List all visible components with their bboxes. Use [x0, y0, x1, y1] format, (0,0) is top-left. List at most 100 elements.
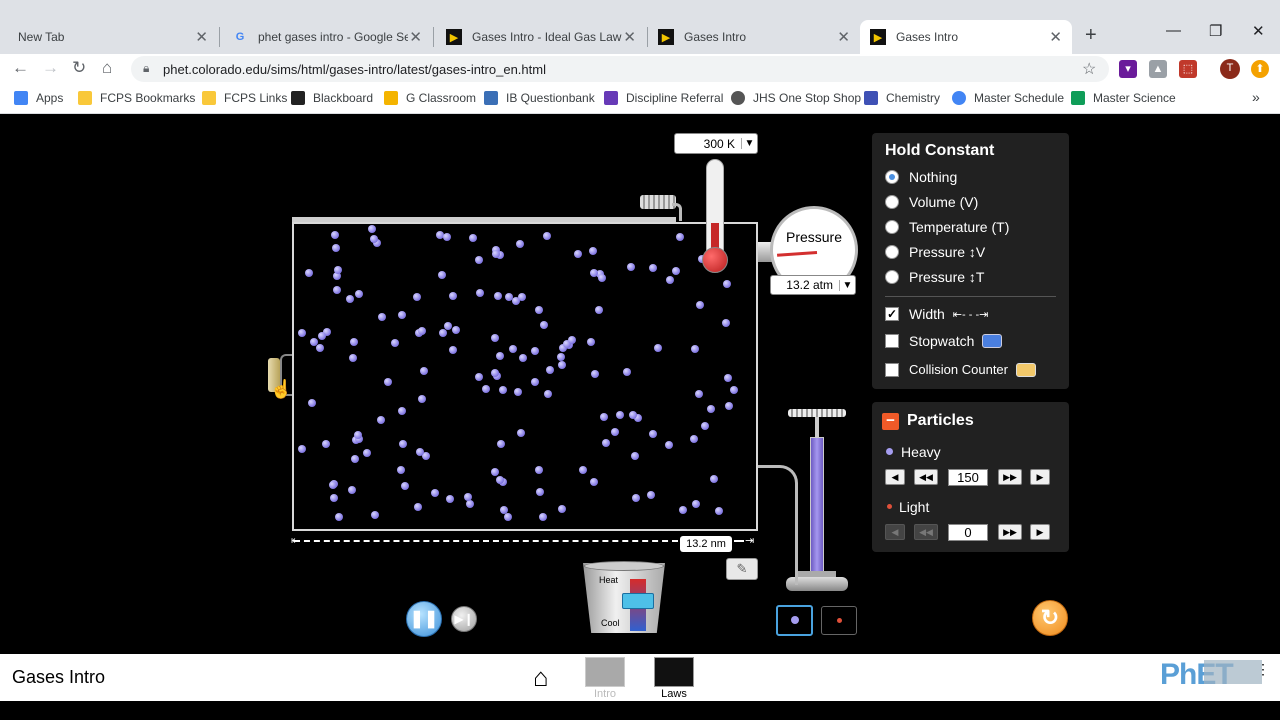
close-icon[interactable]: ✕: [1049, 28, 1062, 46]
eraser-button[interactable]: ✎: [726, 558, 758, 580]
heavy-particle: [438, 271, 446, 279]
light-decrement-10-button[interactable]: ◀◀: [914, 524, 938, 540]
heavy-particle: [398, 407, 406, 415]
phet-menu-icon[interactable]: ⋮: [1256, 662, 1270, 676]
tab-google-search[interactable]: G phet gases intro - Google Sear ✕: [220, 20, 432, 54]
close-icon[interactable]: ✕: [195, 28, 208, 46]
hold-temperature-radio[interactable]: Temperature (T): [885, 219, 1009, 235]
bookmarks-overflow-button[interactable]: »: [1252, 89, 1260, 105]
light-increment-10-button[interactable]: ▶▶: [998, 524, 1022, 540]
bookmark-fcps-bookmarks[interactable]: FCPS Bookmarks: [78, 91, 195, 105]
pump-handle[interactable]: [788, 409, 846, 417]
light-count-field[interactable]: 0: [948, 524, 988, 541]
heavy-particle: [322, 440, 330, 448]
heavy-particle: [579, 466, 587, 474]
heavy-particle: [370, 235, 378, 243]
temperature-readout[interactable]: 300 K ▼: [674, 133, 758, 154]
minimize-icon[interactable]: —: [1166, 22, 1181, 39]
heavy-particle: [715, 507, 723, 515]
radio-icon: [885, 220, 899, 234]
hold-nothing-radio[interactable]: Nothing: [885, 169, 957, 185]
pump-cylinder[interactable]: [810, 437, 824, 577]
heavy-particle: [348, 486, 356, 494]
profile-avatar[interactable]: T: [1220, 59, 1240, 79]
heavy-increment-button[interactable]: ▶: [1030, 469, 1050, 485]
sheets-icon: [1071, 91, 1085, 105]
update-icon[interactable]: ⬆: [1251, 60, 1269, 78]
reload-icon[interactable]: ↻: [72, 58, 86, 78]
pdf-icon[interactable]: ⬚: [1179, 60, 1197, 78]
form-icon: [604, 91, 618, 105]
star-icon[interactable]: ☆: [1082, 59, 1096, 79]
tab-gases-intro-ideal-gas-law[interactable]: ▶ Gases Intro - Ideal Gas Law | P ✕: [434, 20, 646, 54]
heavy-particle: [512, 297, 520, 305]
collapse-button[interactable]: −: [882, 413, 899, 430]
heavy-particle: [494, 292, 502, 300]
collision-counter-checkbox[interactable]: Collision Counter: [885, 362, 1036, 377]
heavy-particle: [464, 493, 472, 501]
lid-handle[interactable]: [640, 195, 676, 209]
tab-new-tab[interactable]: New Tab ✕: [0, 20, 218, 54]
bookmark-discipline-referral[interactable]: Discipline Referral: [604, 91, 723, 105]
bookmark-ib-questionbank[interactable]: IB Questionbank: [484, 91, 595, 105]
chevron-down-icon[interactable]: ▼: [839, 279, 855, 291]
gauge-needle: [776, 251, 818, 257]
bookmark-blackboard[interactable]: Blackboard: [291, 91, 373, 105]
hold-constant-panel: Hold Constant Nothing Volume (V) Tempera…: [872, 133, 1069, 389]
heavy-label: Heavy: [901, 444, 941, 460]
tab-gases-intro-active[interactable]: ▶ Gases Intro ✕: [860, 20, 1072, 54]
hold-pressure-v-radio[interactable]: Pressure ↕V: [885, 244, 985, 260]
bookmark-master-schedule[interactable]: Master Schedule: [952, 91, 1064, 105]
close-icon[interactable]: ✕: [409, 28, 422, 46]
phet-logo[interactable]: PhET: [1160, 658, 1264, 696]
particles-title: Particles: [907, 412, 974, 429]
intro-screen-button[interactable]: Intro: [583, 656, 627, 700]
heat-cool-slider-thumb[interactable]: [622, 593, 654, 609]
forward-icon[interactable]: →: [42, 58, 59, 78]
window-close-icon[interactable]: ✕: [1252, 22, 1265, 40]
heavy-count-field[interactable]: 150: [948, 469, 988, 486]
bookmark-jhs-one-stop-shop[interactable]: JHS One Stop Shop: [731, 91, 861, 105]
restore-icon[interactable]: ❐: [1209, 22, 1222, 40]
heavy-particle-selector[interactable]: [776, 605, 813, 636]
light-decrement-button[interactable]: ◀: [885, 524, 905, 540]
reset-all-button[interactable]: ↻: [1032, 600, 1068, 636]
bookmark-chemistry[interactable]: Chemistry: [864, 91, 940, 105]
new-tab-button[interactable]: +: [1085, 24, 1097, 47]
address-bar[interactable]: 🔒︎ phet.colorado.edu/sims/html/gases-int…: [131, 56, 1109, 82]
tab-gases-intro[interactable]: ▶ Gases Intro ✕: [648, 20, 860, 54]
drive-icon[interactable]: ▲: [1149, 60, 1167, 78]
light-particle-selector[interactable]: [821, 606, 857, 635]
hold-volume-radio[interactable]: Volume (V): [885, 194, 978, 210]
bookmark-master-science[interactable]: Master Science: [1071, 91, 1176, 105]
heavy-particle: [351, 455, 359, 463]
heavy-decrement-button[interactable]: ◀: [885, 469, 905, 485]
bookmark-g-classroom[interactable]: G Classroom: [384, 91, 476, 105]
laws-screen-button[interactable]: Laws: [652, 656, 696, 700]
stopwatch-checkbox[interactable]: Stopwatch: [885, 333, 1003, 349]
heavy-increment-10-button[interactable]: ▶▶: [998, 469, 1022, 485]
radio-label: Pressure ↕V: [909, 244, 986, 260]
width-checkbox[interactable]: ✓ Width ⇤- - -⇥: [885, 306, 988, 322]
heavy-particle: [377, 416, 385, 424]
heavy-particle: [590, 269, 598, 277]
bookmark-label: Apps: [36, 91, 64, 105]
back-icon[interactable]: ←: [12, 58, 29, 78]
chevron-down-icon[interactable]: ▼: [741, 138, 757, 149]
extension-icon[interactable]: ▾: [1119, 60, 1137, 78]
heavy-particle: [536, 488, 544, 496]
heavy-decrement-10-button[interactable]: ◀◀: [914, 469, 938, 485]
bookmark-apps[interactable]: Apps: [14, 91, 63, 105]
step-forward-button[interactable]: ▶❙: [451, 606, 477, 632]
pause-button[interactable]: ❚❚: [406, 601, 442, 637]
close-icon[interactable]: ✕: [837, 28, 850, 46]
pressure-readout[interactable]: 13.2 atm ▼: [770, 275, 856, 295]
home-screen-button[interactable]: ⌂: [533, 663, 549, 691]
sim-title: Gases Intro: [12, 667, 106, 687]
light-increment-button[interactable]: ▶: [1030, 524, 1050, 540]
close-icon[interactable]: ✕: [623, 28, 636, 46]
hold-pressure-t-radio[interactable]: Pressure ↕T: [885, 269, 984, 285]
bookmark-fcps-links[interactable]: FCPS Links: [202, 91, 287, 105]
home-icon[interactable]: ⌂: [102, 58, 112, 78]
heavy-particle: [504, 513, 512, 521]
